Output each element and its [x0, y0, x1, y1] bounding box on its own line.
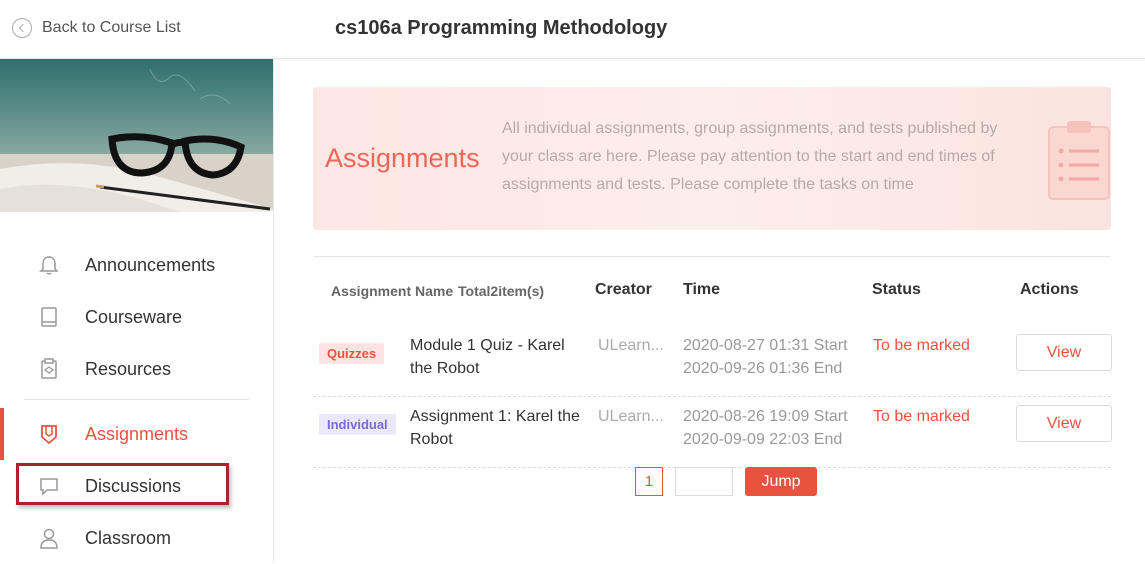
header-creator: Creator: [595, 281, 652, 298]
table-row: Quizzes Module 1 Quiz - Karel the Robot …: [313, 326, 1112, 397]
person-icon: [40, 528, 58, 549]
assignments-table: Assignment Name Total2item(s) Creator Ti…: [313, 256, 1112, 496]
bell-icon: [39, 256, 59, 275]
time-range: 2020-08-26 19:09 Start 2020-09-09 22:03 …: [683, 405, 863, 451]
table-row: Individual Assignment 1: Karel the Robot…: [313, 397, 1112, 468]
status-text: To be marked: [873, 337, 970, 354]
header-assignment-name: Assignment Name: [331, 283, 454, 299]
table-header: Assignment Name Total2item(s) Creator Ti…: [313, 256, 1111, 326]
top-bar: Back to Course List cs106a Programming M…: [0, 0, 1145, 59]
sidebar-item-label: Classroom: [85, 527, 172, 548]
hero-description: All individual assignments, group assign…: [502, 120, 998, 193]
sidebar-item-classroom[interactable]: Classroom: [0, 512, 273, 564]
sidebar-menu: Announcements Courseware Resources Assig…: [0, 239, 273, 564]
assignment-name-link[interactable]: Assignment 1: Karel the Robot: [410, 405, 580, 451]
time-range: 2020-08-27 01:31 Start 2020-09-26 01:36 …: [683, 334, 863, 380]
main-content: Assignments All individual assignments, …: [274, 59, 1145, 562]
jump-page-input[interactable]: [675, 467, 733, 496]
status-text: To be marked: [873, 408, 970, 425]
course-banner-image: [0, 59, 273, 212]
view-button[interactable]: View: [1016, 405, 1112, 442]
assignment-name-link[interactable]: Module 1 Quiz - Karel the Robot: [410, 334, 580, 380]
assignment-icon: [41, 425, 57, 445]
end-time: 2020-09-09 22:03 End: [683, 431, 843, 448]
header-total-items: Total2item(s): [458, 283, 545, 299]
header-actions: Actions: [1020, 281, 1079, 298]
pagination: 1 Jump: [313, 467, 1111, 497]
sidebar-item-label: Courseware: [85, 306, 183, 327]
glasses-on-book-illustration: [0, 59, 273, 212]
sidebar-item-label: Announcements: [85, 254, 216, 275]
sidebar-item-label: Discussions: [85, 475, 182, 496]
type-tag: Quizzes: [319, 343, 385, 364]
clipboard-icon: [1048, 121, 1110, 200]
sidebar-item-assignments[interactable]: Assignments: [0, 408, 273, 460]
sidebar-item-announcements[interactable]: Announcements: [0, 239, 273, 291]
header-status: Status: [872, 281, 921, 298]
creator: ULearn...: [598, 408, 664, 425]
sidebar: Announcements Courseware Resources Assig…: [0, 59, 274, 562]
page-number-button[interactable]: 1: [635, 467, 663, 496]
creator: ULearn...: [598, 337, 664, 354]
menu-divider: [24, 399, 249, 400]
assignments-hero-banner: Assignments All individual assignments, …: [313, 87, 1111, 230]
course-title: cs106a Programming Methodology: [335, 17, 668, 39]
back-to-course-list-link[interactable]: Back to Course List: [12, 18, 181, 38]
start-time: 2020-08-26 19:09 Start: [683, 408, 848, 425]
sidebar-item-label: Assignments: [85, 423, 189, 444]
jump-button[interactable]: Jump: [745, 467, 817, 496]
sidebar-item-resources[interactable]: Resources: [0, 343, 273, 395]
book-icon: [41, 307, 57, 327]
end-time: 2020-09-26 01:36 End: [683, 360, 843, 377]
type-tag: Individual: [319, 414, 396, 435]
sidebar-item-label: Resources: [85, 358, 172, 379]
sidebar-item-courseware[interactable]: Courseware: [0, 291, 273, 343]
start-time: 2020-08-27 01:31 Start: [683, 337, 848, 354]
sidebar-item-discussions[interactable]: Discussions: [0, 460, 273, 512]
back-label: Back to Course List: [42, 19, 181, 36]
header-time: Time: [683, 281, 721, 298]
hero-title: Assignments: [325, 143, 480, 173]
view-button[interactable]: View: [1016, 334, 1112, 371]
chat-icon: [40, 478, 58, 496]
back-arrow-icon: [12, 18, 32, 38]
resources-icon: [41, 358, 57, 379]
